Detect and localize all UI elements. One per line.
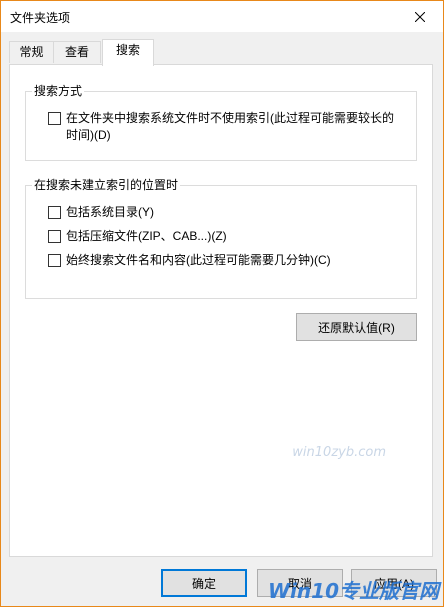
no-index-label-line1: 在文件夹中搜索系统文件时不使用索引(此过程可能需要较长的 (66, 111, 394, 125)
include-compressed-files-checkbox[interactable] (48, 230, 61, 243)
title-bar[interactable]: 文件夹选项 (1, 1, 443, 32)
no-index-system-files-checkbox[interactable] (48, 112, 61, 125)
include-system-directories-label: 包括系统目录(Y) (66, 205, 154, 219)
include-compressed-files-label: 包括压缩文件(ZIP、CAB...)(Z) (66, 229, 227, 243)
include-compressed-files-option[interactable]: 包括压缩文件(ZIP、CAB...)(Z) (48, 228, 227, 245)
include-system-directories-checkbox[interactable] (48, 206, 61, 219)
search-method-legend: 搜索方式 (32, 83, 85, 99)
search-tab-panel: 搜索方式 在文件夹中搜索系统文件时不使用索引(此过程可能需要较长的 时间)(D)… (9, 64, 433, 557)
watermark-url: win10zyb.com (292, 445, 386, 460)
non-indexed-locations-group: 在搜索未建立索引的位置时 包括系统目录(Y) 包括压缩文件(ZIP、CAB...… (25, 177, 417, 299)
close-icon (415, 11, 425, 22)
folder-options-dialog: 文件夹选项 常规 查看 搜索 搜索方式 在文件夹中搜索系统文件时不使用索引(此过… (0, 0, 444, 607)
non-indexed-legend: 在搜索未建立索引的位置时 (32, 177, 181, 193)
window-title: 文件夹选项 (10, 11, 71, 25)
always-search-names-contents-option[interactable]: 始终搜索文件名和内容(此过程可能需要几分钟)(C) (48, 252, 331, 269)
always-search-names-contents-checkbox[interactable] (48, 254, 61, 267)
watermark-logo: Win10专业版官网 (268, 579, 439, 603)
no-index-system-files-label: 在文件夹中搜索系统文件时不使用索引(此过程可能需要较长的 时间)(D) (66, 110, 394, 144)
tab-search[interactable]: 搜索 (102, 39, 154, 66)
no-index-system-files-option[interactable]: 在文件夹中搜索系统文件时不使用索引(此过程可能需要较长的 时间)(D) (48, 110, 394, 144)
include-system-directories-option[interactable]: 包括系统目录(Y) (48, 204, 154, 221)
restore-defaults-button[interactable]: 还原默认值(R) (296, 313, 417, 341)
close-button[interactable] (397, 1, 443, 32)
search-method-group: 搜索方式 在文件夹中搜索系统文件时不使用索引(此过程可能需要较长的 时间)(D) (25, 83, 417, 161)
tab-view[interactable]: 查看 (53, 41, 101, 63)
always-search-names-contents-label: 始终搜索文件名和内容(此过程可能需要几分钟)(C) (66, 253, 331, 267)
ok-button[interactable]: 确定 (161, 569, 247, 597)
tab-general[interactable]: 常规 (9, 41, 54, 63)
no-index-label-line2: 时间)(D) (66, 128, 111, 142)
